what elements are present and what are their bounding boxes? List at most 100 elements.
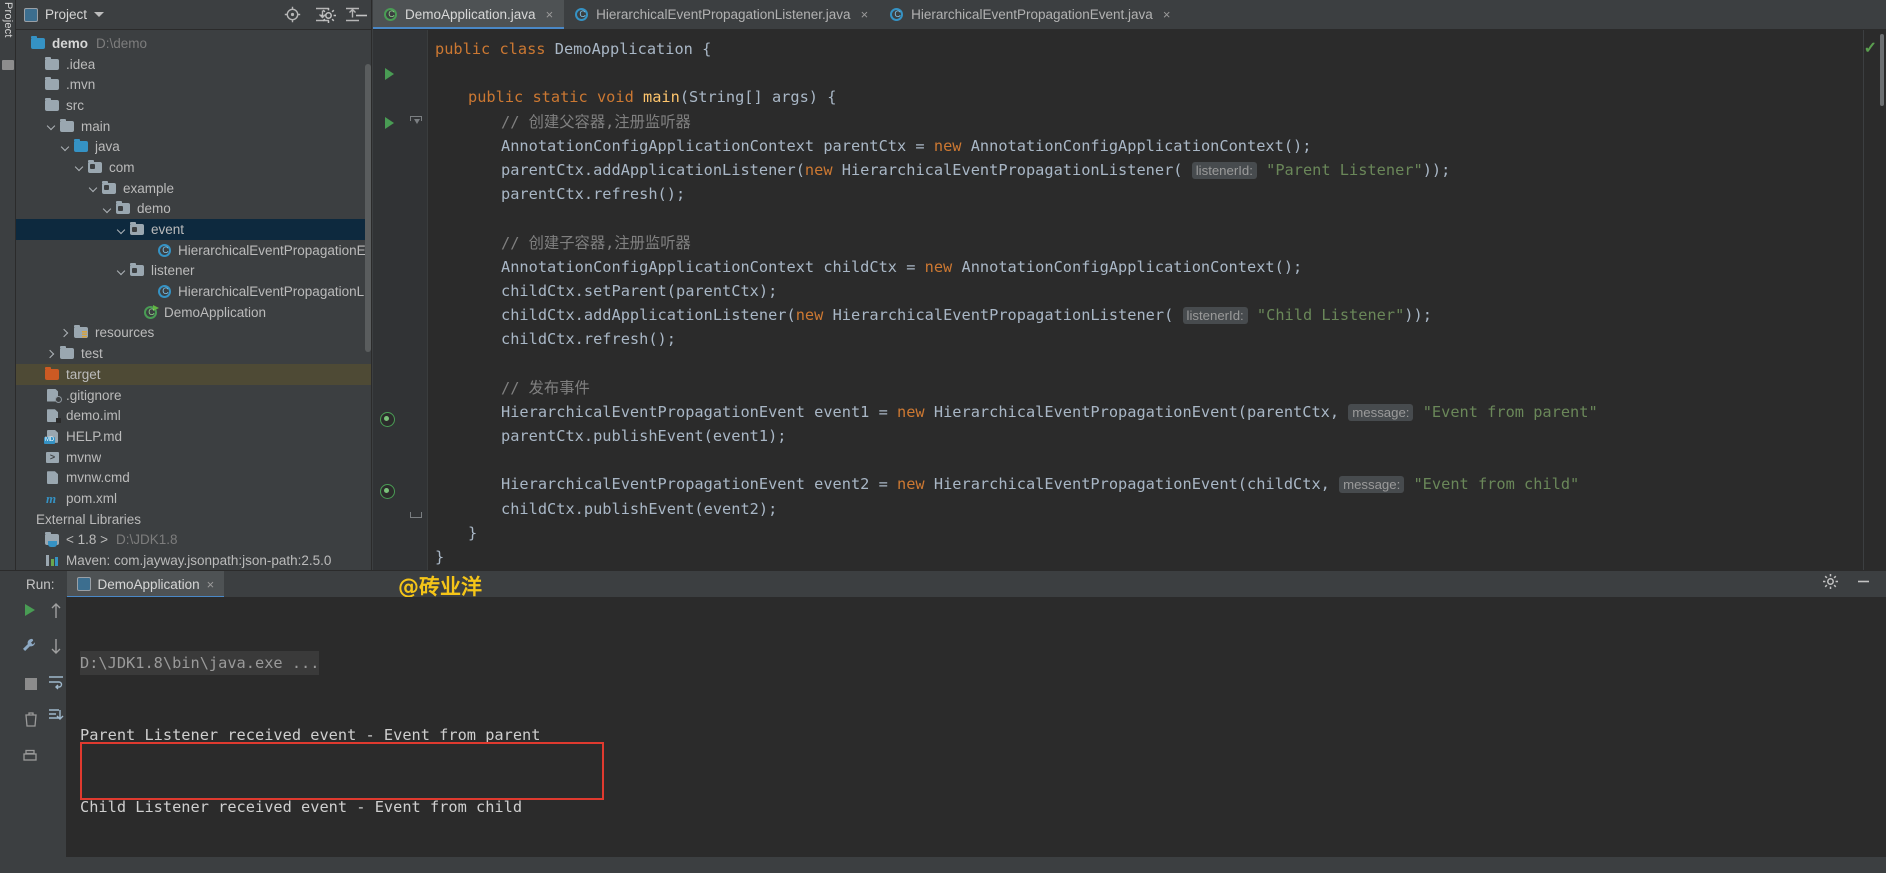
chevron-down-icon[interactable] xyxy=(114,264,128,278)
minimize-icon[interactable] xyxy=(1855,573,1872,595)
tree-item-demo-iml[interactable]: demo.iml xyxy=(16,405,371,426)
run-tab-demoapplication[interactable]: DemoApplication × xyxy=(66,570,225,598)
file-iml-icon xyxy=(44,408,61,424)
editor-tab-event[interactable]: HierarchicalEventPropagationEvent.java × xyxy=(879,0,1181,29)
tree-item-label: .gitignore xyxy=(66,387,122,403)
arrow-up-icon[interactable] xyxy=(49,602,63,625)
settings-gear-icon[interactable] xyxy=(1822,573,1839,595)
arrow-down-icon[interactable] xyxy=(49,637,63,660)
tree-item-demo[interactable]: demo xyxy=(16,199,371,220)
tree-item-test[interactable]: test xyxy=(16,343,371,364)
tree-item-main[interactable]: main xyxy=(16,116,371,137)
tool-window-button-project[interactable]: Project xyxy=(0,2,16,38)
code-fold-end-icon[interactable] xyxy=(410,510,422,518)
file-maven-icon: m xyxy=(46,490,57,506)
tree-item-com[interactable]: com xyxy=(16,157,371,178)
rerun-icon[interactable] xyxy=(22,602,38,623)
chevron-right-icon[interactable] xyxy=(44,347,58,361)
chevron-down-icon[interactable] xyxy=(94,12,105,17)
hide-panel-icon[interactable] xyxy=(353,7,370,29)
tree-item-demo[interactable]: demo D:\demo xyxy=(16,33,371,54)
tree-item-1-8[interactable]: < 1.8 > D:\JDK1.8 xyxy=(16,530,371,551)
event-publish-gutter-icon[interactable] xyxy=(380,412,395,427)
code-token: HierarchicalEventPropagationEvent(parent… xyxy=(933,402,1349,421)
tree-item-idea[interactable]: .idea xyxy=(16,54,371,75)
inspection-ok-icon[interactable]: ✓ xyxy=(1864,38,1877,58)
editor-code-area[interactable]: public class DemoApplication {public sta… xyxy=(428,30,1886,570)
close-icon[interactable]: × xyxy=(546,7,554,22)
tree-item-label: HierarchicalEventPropagationListener xyxy=(178,284,367,300)
code-line: childCtx.addApplicationListener(new Hier… xyxy=(428,303,1886,327)
editor-scrollbar[interactable] xyxy=(1880,34,1884,106)
tree-item-label: HierarchicalEventPropagationEvent xyxy=(178,242,367,258)
tree-item-external-libraries[interactable]: External Libraries xyxy=(16,509,371,530)
code-line: public class DemoApplication { xyxy=(428,37,1886,61)
tree-item-mvnw-cmd[interactable]: mvnw.cmd xyxy=(16,467,371,488)
locate-icon[interactable] xyxy=(284,6,301,23)
file-markdown-icon: MD xyxy=(44,429,61,444)
code-token: "Parent Listener" xyxy=(1256,160,1423,179)
folder-package-icon xyxy=(129,263,146,278)
editor-tab-demoapplication[interactable]: DemoApplication.java × xyxy=(373,0,565,29)
chevron-down-icon[interactable] xyxy=(44,119,58,133)
file-text-icon xyxy=(44,470,61,485)
close-icon[interactable]: × xyxy=(207,577,215,592)
console-line: Parent Listener received event - Event f… xyxy=(80,726,541,744)
scroll-to-end-icon[interactable] xyxy=(47,707,65,730)
code-token: AnnotationConfigApplicationContext(); xyxy=(970,136,1312,155)
java-class-icon xyxy=(890,7,905,22)
code-editor[interactable]: public class DemoApplication {public sta… xyxy=(373,30,1886,570)
editor-gutter[interactable] xyxy=(373,30,428,570)
chevron-down-icon[interactable] xyxy=(114,223,128,237)
code-line: // 创建子容器,注册监听器 xyxy=(428,231,1886,255)
tree-item-example[interactable]: example xyxy=(16,178,371,199)
project-tree-scrollbar[interactable] xyxy=(365,64,371,352)
code-line: AnnotationConfigApplicationContext child… xyxy=(428,255,1886,279)
code-token: public xyxy=(435,40,500,58)
chevron-right-icon[interactable] xyxy=(58,326,72,340)
editor-tab-listener[interactable]: HierarchicalEventPropagationListener.jav… xyxy=(564,0,879,29)
chevron-down-icon[interactable] xyxy=(100,202,114,216)
tree-item-help-md[interactable]: MD HELP.md xyxy=(16,426,371,447)
close-icon[interactable]: × xyxy=(1163,7,1171,22)
code-line: parentCtx.refresh(); xyxy=(428,182,1886,206)
tree-item-resources[interactable]: resources xyxy=(16,323,371,344)
stop-icon[interactable] xyxy=(24,677,38,696)
chevron-down-icon[interactable] xyxy=(58,140,72,154)
tree-item-gitignore[interactable]: .gitignore xyxy=(16,385,371,406)
chevron-down-icon[interactable] xyxy=(72,160,86,174)
code-line: childCtx.setParent(parentCtx); xyxy=(428,279,1886,303)
tree-item-event[interactable]: event xyxy=(16,219,371,240)
folder-icon xyxy=(44,97,61,113)
console-output[interactable]: D:\JDK1.8\bin\java.exe ... Parent Listen… xyxy=(66,597,1886,873)
tree-item-pom-xml[interactable]: m pom.xml xyxy=(16,488,371,509)
tree-item-hierarchicaleventpropagationevent[interactable]: HierarchicalEventPropagationEvent xyxy=(16,240,371,261)
tree-item-label: example xyxy=(123,180,175,196)
tree-item-target[interactable]: target xyxy=(16,364,371,385)
tree-item-java[interactable]: java xyxy=(16,136,371,157)
trash-icon[interactable] xyxy=(24,711,38,732)
tree-item-maven-com-jayway-jsonpath-json-path-2-5-0[interactable]: Maven: com.jayway.jsonpath:json-path:2.5… xyxy=(16,550,371,571)
project-tree[interactable]: demo D:\demo .idea .mvn src main java com exampl… xyxy=(16,30,371,578)
folder-icon xyxy=(59,346,76,361)
event-publish-gutter-icon[interactable] xyxy=(380,484,395,499)
settings-gear-icon[interactable] xyxy=(320,7,337,29)
run-class-gutter-icon[interactable] xyxy=(385,68,394,80)
wrench-icon[interactable] xyxy=(21,637,39,660)
soft-wrap-icon[interactable] xyxy=(47,673,65,696)
run-method-gutter-icon[interactable] xyxy=(385,117,394,129)
code-line: childCtx.publishEvent(event2); xyxy=(428,497,1886,521)
tree-item-listener[interactable]: listener xyxy=(16,261,371,282)
tree-item-mvnw[interactable]: > mvnw xyxy=(16,447,371,468)
chevron-down-icon[interactable] xyxy=(86,181,100,195)
tree-item-mvn[interactable]: .mvn xyxy=(16,74,371,95)
close-icon[interactable]: × xyxy=(861,7,869,22)
tree-item-hierarchicaleventpropagationlistener[interactable]: HierarchicalEventPropagationListener xyxy=(16,281,371,302)
tree-item-demoapplication[interactable]: DemoApplication xyxy=(16,302,371,323)
code-token: HierarchicalEventPropagationEvent event1… xyxy=(501,402,898,421)
print-icon[interactable] xyxy=(21,749,39,871)
tree-item-src[interactable]: src xyxy=(16,95,371,116)
editor-tab-label: DemoApplication.java xyxy=(405,7,536,22)
folder-icon xyxy=(44,77,61,92)
code-fold-icon[interactable] xyxy=(410,115,422,126)
